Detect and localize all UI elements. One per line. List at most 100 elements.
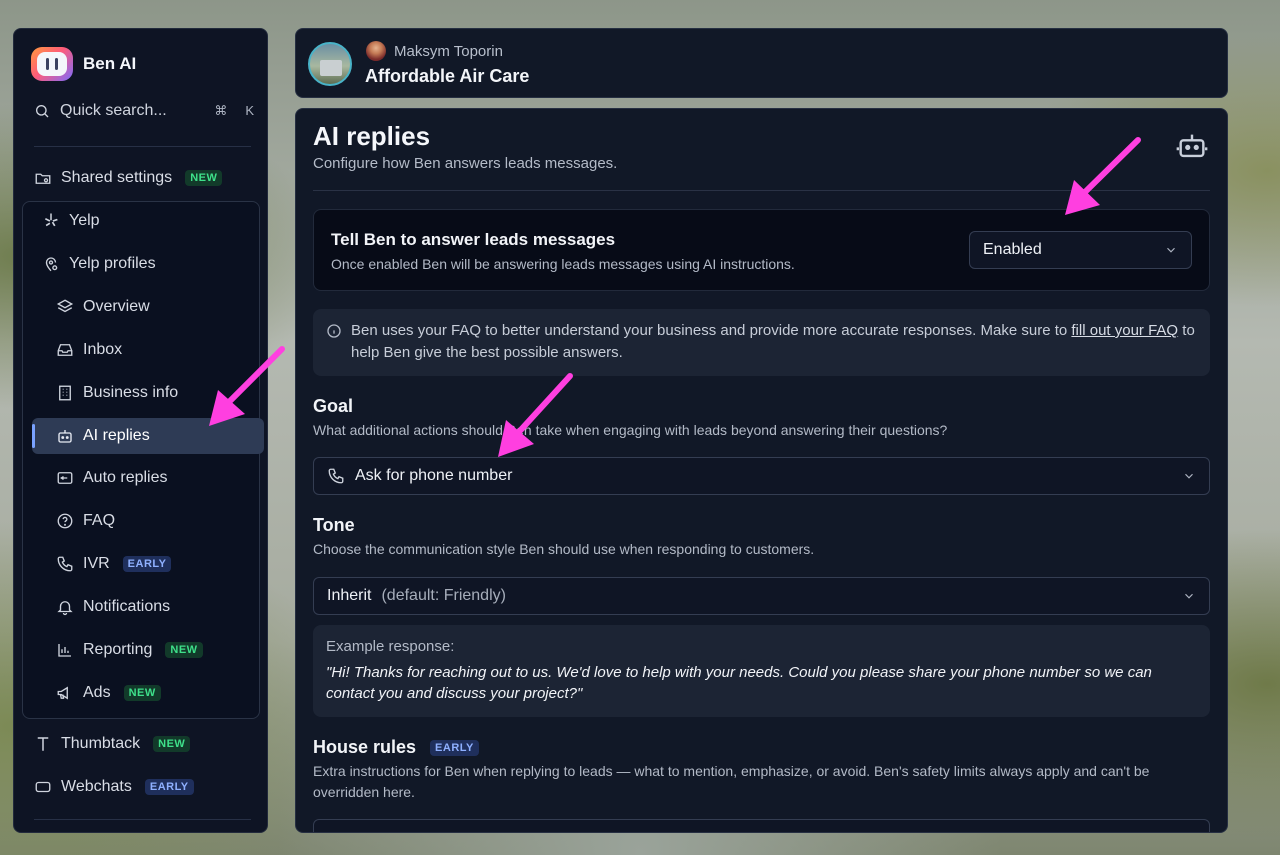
question-icon (57, 513, 73, 529)
brand[interactable]: Ben AI (31, 47, 136, 81)
sidebar-divider (34, 819, 251, 820)
house-rules-title: House rules (313, 737, 417, 757)
sidebar-item-reporting[interactable]: Reporting NEW (46, 632, 203, 668)
sidebar-item-label: Notifications (83, 598, 171, 615)
sidebar-item-label: Reporting (83, 641, 153, 658)
robot-icon (58, 430, 72, 443)
sidebar-divider (34, 146, 251, 147)
chat-icon (35, 781, 51, 793)
sidebar-item-faq[interactable]: FAQ (46, 503, 115, 539)
sidebar-item-auto-replies[interactable]: Auto replies (46, 460, 168, 496)
sidebar-item-yelp-profiles[interactable]: Yelp profiles (32, 246, 156, 282)
user-avatar (366, 41, 386, 61)
house-rules-textarea[interactable] (313, 819, 1210, 832)
bell-icon (57, 601, 73, 616)
tone-select[interactable]: Inherit (default: Friendly) (313, 577, 1210, 615)
sidebar-item-inbox[interactable]: Inbox (46, 332, 122, 368)
sidebar-item-label: Yelp (69, 212, 100, 229)
sidebar-item-label: Auto replies (83, 469, 168, 486)
page-subtitle: Configure how Ben answers leads messages… (313, 155, 618, 172)
tone-help: Choose the communication style Ben shoul… (313, 541, 815, 557)
example-text: "Hi! Thanks for reaching out to us. We'd… (326, 664, 1152, 702)
business-name: Affordable Air Care (365, 66, 530, 86)
tone-select-value: Inherit (327, 587, 372, 604)
megaphone-icon (57, 686, 68, 700)
new-badge: NEW (185, 170, 223, 186)
sidebar-item-label: Webchats (61, 778, 132, 795)
sidebar-item-ivr[interactable]: IVR EARLY (46, 546, 172, 582)
enabled-select-value: Enabled (983, 241, 1042, 258)
sidebar-item-label: AI replies (83, 427, 150, 444)
ben-ai-logo (31, 47, 73, 81)
sidebar-item-label: Inbox (83, 341, 123, 358)
quick-search-label: Quick search... (60, 102, 167, 119)
toggle-title: Tell Ben to answer leads messages (331, 230, 616, 249)
kbd-key: K (245, 103, 254, 118)
sidebar-item-overview[interactable]: Overview (46, 289, 150, 325)
sidebar-item-label: Ads (83, 684, 111, 701)
new-badge: NEW (153, 736, 191, 752)
phone-icon (328, 468, 344, 484)
sidebar-item-webchats[interactable]: Webchats EARLY (24, 769, 194, 805)
tone-default-hint: (default: Friendly) (381, 587, 506, 604)
business-avatar[interactable] (308, 42, 352, 86)
sidebar-item-ads[interactable]: Ads NEW (46, 675, 161, 711)
goal-select-value: Ask for phone number (355, 467, 513, 484)
building-icon (59, 385, 71, 401)
early-badge: EARLY (430, 739, 479, 756)
robot-icon (1176, 134, 1208, 158)
info-icon (327, 324, 341, 338)
info-text-before: Ben uses your FAQ to better understand y… (351, 322, 1072, 339)
inbox-icon (57, 344, 73, 356)
header-divider (313, 190, 1210, 191)
page-title: AI replies (313, 121, 431, 151)
sidebar-item-label: FAQ (83, 512, 116, 529)
goal-help: What additional actions should Ben take … (313, 422, 948, 438)
early-badge: EARLY (144, 779, 194, 795)
chevron-down-icon (1185, 593, 1193, 599)
house-rules-help: Extra instructions for Ben when replying… (313, 763, 1150, 800)
search-icon (36, 105, 49, 118)
new-badge: NEW (165, 642, 203, 658)
business-header: Maksym Toporin Affordable Air Care (295, 28, 1228, 98)
kbd-cmd: ⌘ (214, 103, 228, 118)
chevron-down-icon (1185, 473, 1193, 479)
house-rules-label: House rules EARLY (313, 737, 479, 758)
goal-label: Goal (313, 396, 354, 416)
phone-icon (57, 556, 73, 572)
sidebar-item-notifications[interactable]: Notifications (46, 589, 170, 625)
sidebar-item-business-info[interactable]: Business info (46, 375, 178, 411)
sidebar-item-yelp[interactable]: Yelp (32, 203, 100, 239)
sidebar-item-ai-replies[interactable]: AI replies (32, 418, 264, 454)
sidebar-item-shared-settings[interactable]: Shared settings NEW (24, 160, 223, 196)
example-label: Example response: (326, 638, 455, 655)
chart-icon (58, 644, 71, 657)
fill-out-faq-link[interactable]: fill out your FAQ (1071, 322, 1178, 339)
sidebar-item-label: Yelp profiles (69, 255, 156, 272)
layers-icon (56, 299, 74, 313)
search-shortcut: ⌘ K (214, 103, 254, 119)
chevron-down-icon (1167, 247, 1175, 253)
toggle-description: Once enabled Ben will be answering leads… (331, 256, 795, 272)
enabled-select[interactable]: Enabled (969, 231, 1192, 269)
sidebar-item-label: Thumbtack (61, 735, 141, 752)
tone-label: Tone (313, 515, 355, 535)
sidebar-item-label: Overview (83, 298, 150, 315)
thumbtack-icon (37, 737, 49, 751)
new-badge: NEW (123, 685, 161, 701)
ai-replies-panel: AI replies Configure how Ben answers lea… (295, 108, 1228, 833)
sidebar: Ben AI Quick search... ⌘ K Shared settin… (13, 28, 268, 833)
sidebar-item-thumbtack[interactable]: Thumbtack NEW (24, 726, 191, 762)
answer-leads-toggle-card: Tell Ben to answer leads messages Once e… (313, 209, 1210, 291)
user-line: Maksym Toporin (366, 41, 503, 61)
early-badge: EARLY (122, 556, 172, 572)
goal-select[interactable]: Ask for phone number (313, 457, 1210, 495)
user-name: Maksym Toporin (394, 42, 503, 60)
map-pin-gear-icon (45, 257, 58, 272)
brand-name: Ben AI (83, 54, 137, 73)
quick-search[interactable]: Quick search... ⌘ K (34, 102, 254, 120)
sidebar-item-label: Business info (83, 384, 179, 401)
yelp-icon (45, 213, 58, 227)
auto-reply-icon (57, 472, 73, 484)
example-response: Example response: "Hi! Thanks for reachi… (313, 625, 1210, 717)
